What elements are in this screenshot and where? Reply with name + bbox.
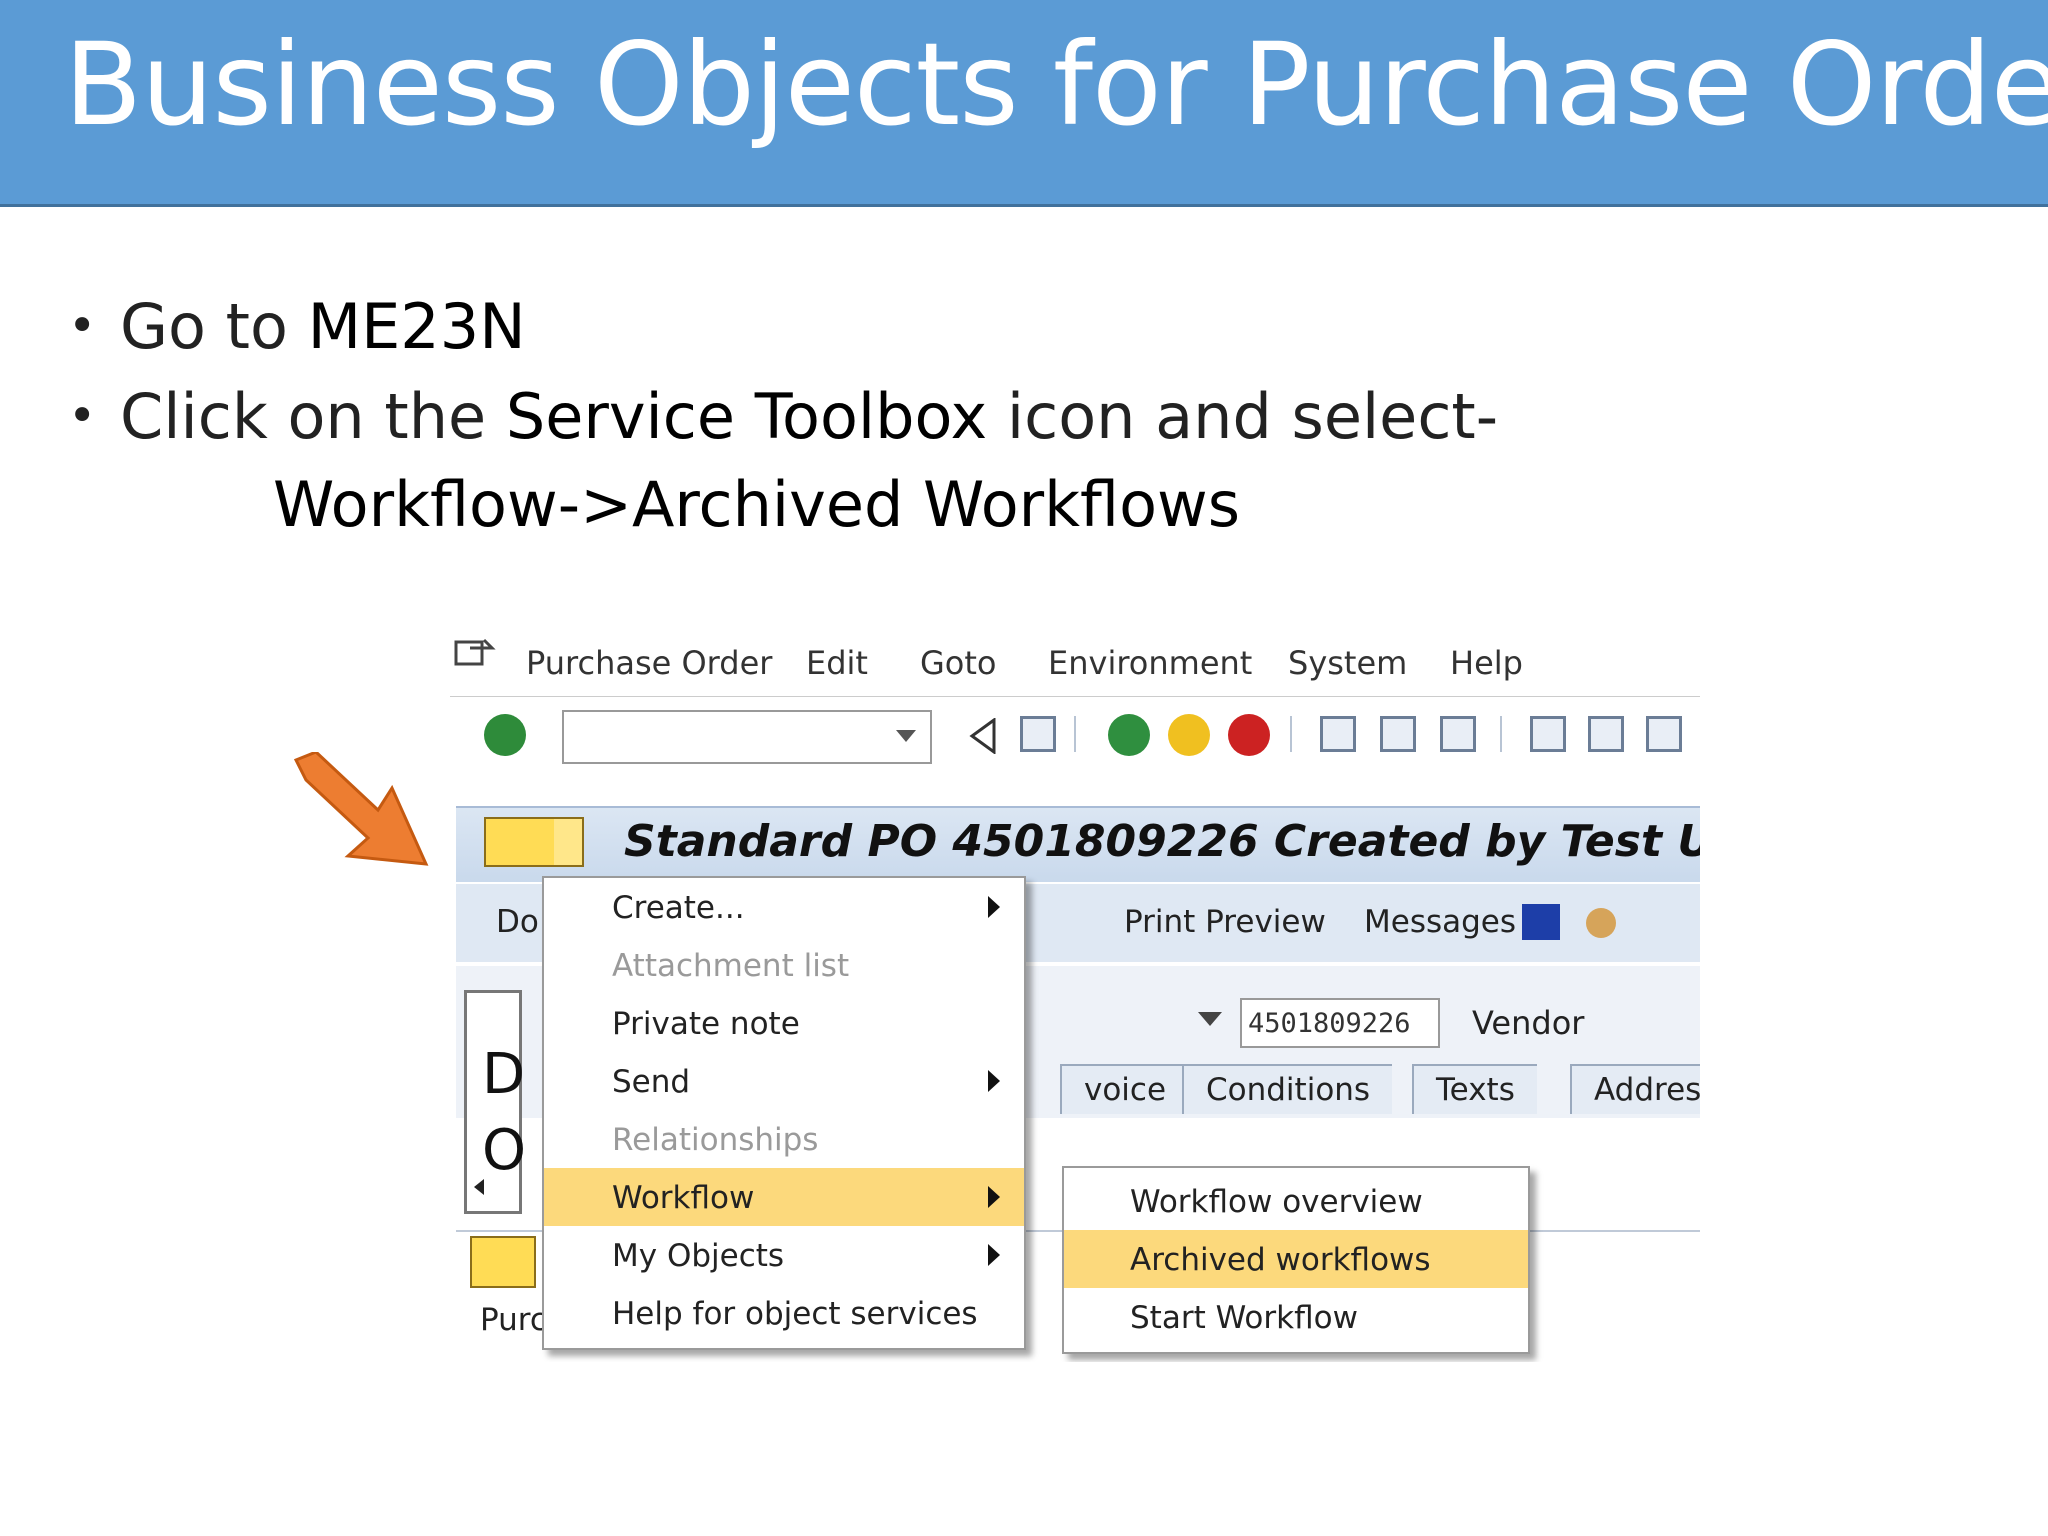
menu-purchase-order[interactable]: Purchase Order <box>526 644 772 682</box>
menu-goto[interactable]: Goto <box>920 644 997 682</box>
workflow-submenu: Workflow overview Archived workflows Sta… <box>1062 1166 1530 1354</box>
menu-item-relationships: Relationships <box>612 1122 819 1158</box>
personal-settings-icon[interactable] <box>1586 908 1616 938</box>
sap-menubar: Purchase Order Edit Goto Environment Sys… <box>450 634 1700 696</box>
bullet-2-prefix: Click on the <box>120 380 506 453</box>
menu-item-attachment-list: Attachment list <box>612 948 850 984</box>
command-field[interactable] <box>562 710 932 764</box>
service-toolbox-dropdown-icon[interactable] <box>554 817 584 867</box>
print-icon[interactable] <box>1320 716 1356 752</box>
menu-item-private-note[interactable]: Private note <box>544 994 1024 1052</box>
enter-checkmark-icon[interactable] <box>484 714 526 756</box>
print-preview-button[interactable]: Print Preview <box>1124 904 1326 940</box>
menu-item-workflow[interactable]: Workflow <box>544 1168 1024 1226</box>
menu-item-my-objects[interactable]: My Objects <box>544 1226 1024 1284</box>
service-toolbox-icon[interactable] <box>484 817 556 867</box>
first-page-icon[interactable] <box>1530 716 1566 752</box>
save-icon[interactable] <box>1020 716 1056 752</box>
tab-conditions[interactable]: Conditions <box>1182 1064 1393 1114</box>
submenu-item-workflow-overview[interactable]: Workflow overview <box>1064 1172 1528 1230</box>
submenu-item-start-workflow[interactable]: Start Workflow <box>1064 1288 1528 1346</box>
menu-help[interactable]: Help <box>1450 644 1523 682</box>
sap-screenshot: Purchase Order Edit Goto Environment Sys… <box>450 634 1700 1362</box>
bullet-2-bold: Service Toolbox <box>505 380 988 453</box>
menu-path: Workflow->Archived Workflows <box>273 468 1241 541</box>
bullet-dot: • <box>68 388 97 444</box>
slide-title: Business Objects for Purchase Order <box>64 18 2048 151</box>
document-type-dropdown-icon[interactable] <box>1198 1012 1222 1026</box>
left-letter-d: D <box>482 1042 526 1107</box>
slide-title-banner: Business Objects for Purchase Order <box>0 0 2048 207</box>
bullet-dot: • <box>68 298 97 354</box>
cancel-red-icon[interactable] <box>1228 714 1270 756</box>
vendor-label: Vendor <box>1472 1004 1585 1042</box>
command-field-dropdown-icon[interactable] <box>896 730 916 742</box>
menu-edit[interactable]: Edit <box>806 644 868 682</box>
menu-environment[interactable]: Environment <box>1048 644 1252 682</box>
menu-system[interactable]: System <box>1288 644 1407 682</box>
pointer-arrow-icon <box>293 752 429 866</box>
submenu-arrow-icon <box>988 896 1000 918</box>
next-page-icon[interactable] <box>1646 716 1682 752</box>
submenu-arrow-icon <box>988 1244 1000 1266</box>
toolbar-separator <box>1500 716 1502 752</box>
window-title: Standard PO 4501809226 Created by Test U… <box>624 816 1700 867</box>
menu-item-create[interactable]: Create... <box>544 878 1024 936</box>
scroll-left-icon[interactable] <box>468 1174 490 1200</box>
document-overview-button[interactable]: Do <box>496 904 539 940</box>
tab-address[interactable]: Addres <box>1570 1064 1700 1114</box>
menu-exit-icon[interactable] <box>454 636 496 672</box>
bullet-1-bold: ME23N <box>307 290 526 363</box>
submenu-arrow-icon <box>988 1070 1000 1092</box>
services-toolbox-icon[interactable] <box>470 1236 536 1288</box>
menu-item-help-object-services[interactable]: Help for object services <box>544 1284 1024 1342</box>
tab-invoice[interactable]: voice <box>1060 1064 1189 1114</box>
menu-item-send[interactable]: Send <box>544 1052 1024 1110</box>
service-toolbox-menu: Create... Attachment list Private note S… <box>542 876 1026 1350</box>
find-next-icon[interactable] <box>1440 716 1476 752</box>
back-triangle-icon[interactable] <box>968 718 998 754</box>
purchase-order-stub: Purc <box>480 1302 547 1338</box>
info-icon[interactable] <box>1522 904 1560 940</box>
bullet-2-suffix: icon and select- <box>987 380 1499 453</box>
messages-button[interactable]: Messages <box>1364 904 1516 940</box>
po-number-field[interactable]: 4501809226 <box>1240 998 1440 1048</box>
back-green-icon[interactable] <box>1108 714 1150 756</box>
submenu-arrow-icon <box>988 1186 1000 1208</box>
bullet-1-prefix: Go to <box>120 290 308 363</box>
find-binoculars-icon[interactable] <box>1380 716 1416 752</box>
toolbar-separator <box>1074 716 1076 752</box>
toolbar-separator <box>1290 716 1292 752</box>
tab-texts[interactable]: Texts <box>1412 1064 1537 1114</box>
submenu-item-archived-workflows[interactable]: Archived workflows <box>1064 1230 1528 1288</box>
exit-yellow-icon[interactable] <box>1168 714 1210 756</box>
previous-page-icon[interactable] <box>1588 716 1624 752</box>
